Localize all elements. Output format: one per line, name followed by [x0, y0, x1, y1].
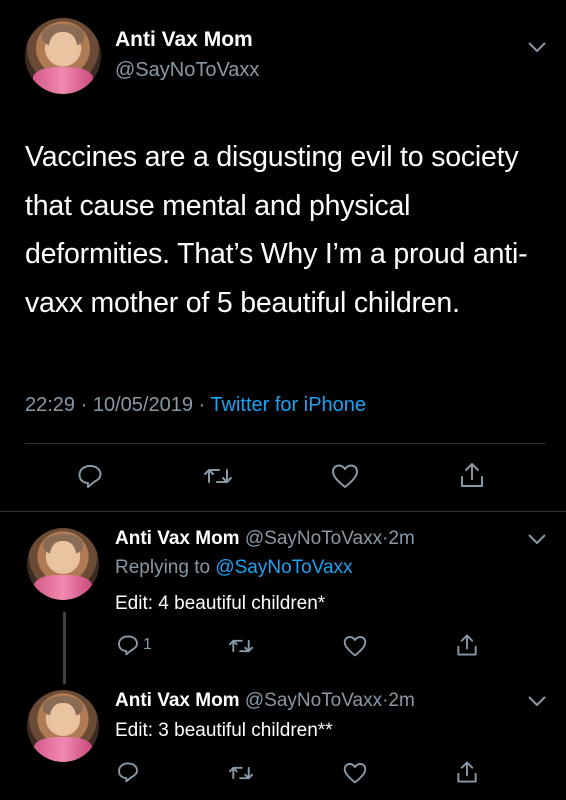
author-name[interactable]: Anti Vax Mom	[115, 528, 240, 549]
replying-prefix: Replying to	[115, 557, 211, 578]
avatar[interactable]	[27, 690, 99, 762]
like-button[interactable]	[342, 634, 368, 658]
tweet-age: 2m	[388, 528, 415, 549]
tweet-meta: 22:29 · 10/05/2019 · Twitter for iPhone	[25, 394, 366, 417]
author-handle[interactable]: @SayNoToVaxx	[245, 528, 382, 549]
share-icon	[454, 632, 480, 658]
tweet-text: Vaccines are a disgusting evil to societ…	[25, 141, 528, 319]
author-handle[interactable]: @SayNoToVaxx	[245, 690, 382, 711]
tweet-text: Edit: 4 beautiful children*	[115, 593, 326, 614]
chevron-down-icon[interactable]	[526, 532, 548, 546]
retweet-button[interactable]	[228, 634, 254, 658]
reply-button[interactable]	[116, 760, 140, 784]
share-button[interactable]	[454, 632, 480, 658]
author-handle[interactable]: @SayNoToVaxx	[115, 59, 259, 82]
retweet-icon	[203, 462, 233, 490]
like-icon	[342, 634, 368, 658]
avatar[interactable]	[25, 18, 101, 94]
reply-icon	[116, 760, 140, 784]
reply-header: Anti Vax Mom @SayNoToVaxx·2m	[115, 528, 415, 550]
retweet-button[interactable]	[228, 761, 254, 785]
retweet-button[interactable]	[203, 462, 233, 490]
like-button[interactable]	[342, 761, 368, 785]
tweet-text: Edit: 3 beautiful children**	[115, 720, 333, 741]
retweet-icon	[228, 761, 254, 785]
retweet-icon	[228, 634, 254, 658]
divider	[0, 511, 566, 512]
reply-icon	[76, 462, 104, 490]
share-icon	[454, 759, 480, 785]
reply-button[interactable]	[76, 462, 104, 490]
chevron-down-icon[interactable]	[526, 40, 548, 54]
tweet-age: 2m	[388, 690, 415, 711]
author-name[interactable]: Anti Vax Mom	[115, 690, 240, 711]
like-button[interactable]	[330, 462, 360, 490]
share-button[interactable]	[454, 759, 480, 785]
reply-header: Anti Vax Mom @SayNoToVaxx·2m	[115, 690, 415, 712]
reply-count: 1	[143, 636, 152, 653]
tweet-time: 22:29	[25, 394, 76, 416]
reply-button[interactable]: 1	[116, 633, 152, 657]
avatar[interactable]	[27, 528, 99, 600]
chevron-down-icon[interactable]	[526, 694, 548, 708]
like-icon	[330, 462, 360, 490]
meta-separator: ·	[198, 394, 206, 416]
tweet-date: 10/05/2019	[92, 394, 193, 416]
thread-line	[63, 612, 66, 684]
meta-separator: ·	[80, 394, 88, 416]
replying-to-handle[interactable]: @SayNoToVaxx	[215, 557, 352, 578]
replying-to: Replying to @SayNoToVaxx	[115, 557, 353, 579]
tweet-source[interactable]: Twitter for iPhone	[210, 394, 366, 416]
share-icon	[457, 460, 487, 490]
share-button[interactable]	[457, 460, 487, 490]
divider	[25, 443, 546, 444]
like-icon	[342, 761, 368, 785]
reply-icon	[116, 633, 140, 657]
author-name[interactable]: Anti Vax Mom	[115, 28, 253, 52]
